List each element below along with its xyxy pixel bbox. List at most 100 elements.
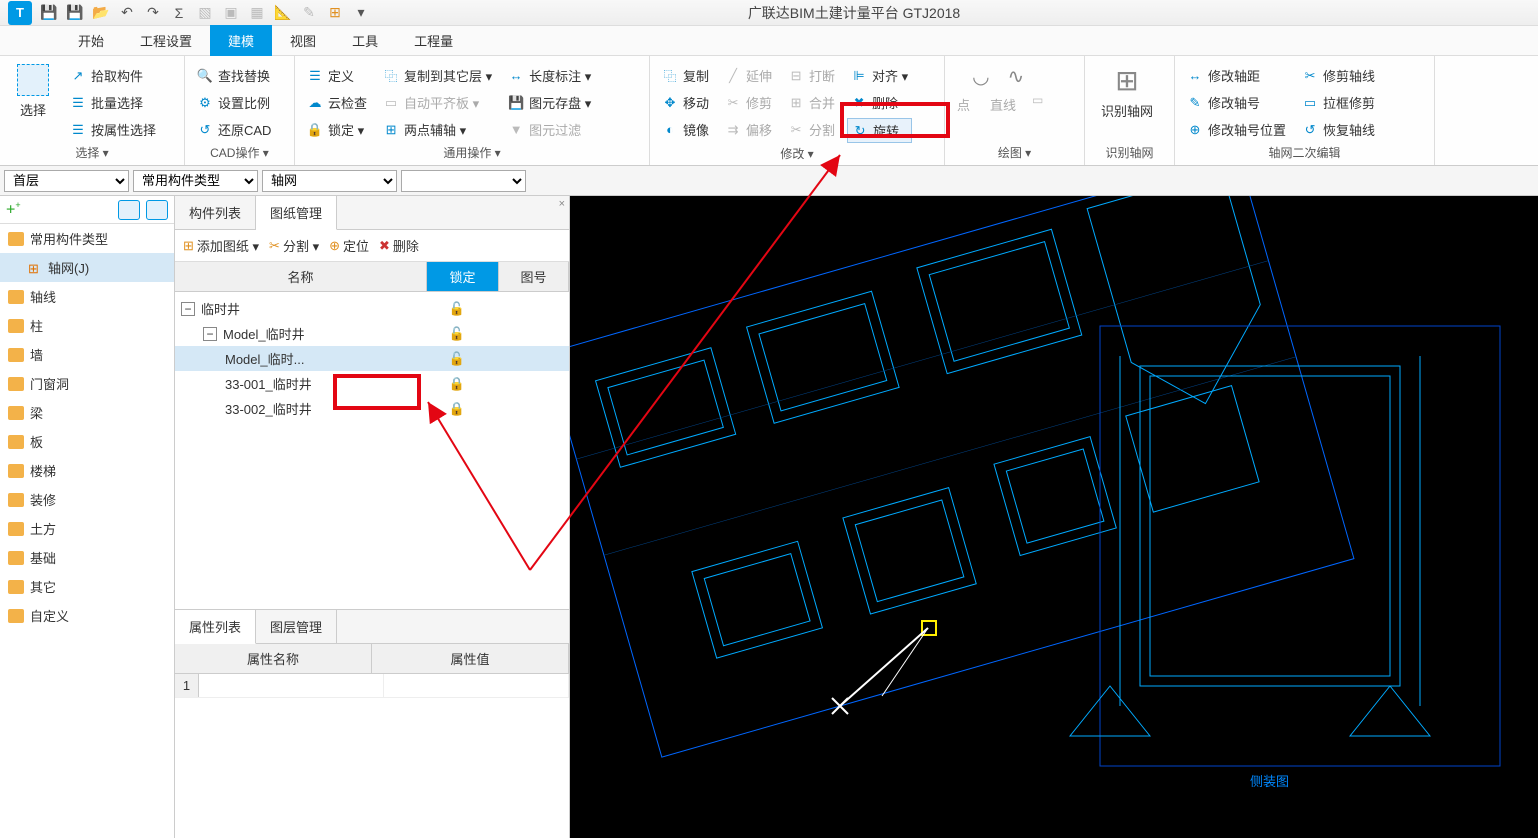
col-prop-name: 属性名称 — [175, 644, 372, 673]
nav-finish[interactable]: 装修 — [0, 485, 174, 514]
category-select[interactable]: 常用构件类型 — [133, 170, 258, 192]
app-logo[interactable]: T — [8, 1, 32, 25]
nav-axis-grid[interactable]: ⊞轴网(J) — [0, 253, 174, 282]
sum-icon[interactable]: Σ — [170, 4, 188, 22]
tree-row-33-001[interactable]: 33-001_临时井🔒 — [175, 371, 569, 396]
modify-distance-button[interactable]: ↔修改轴距 — [1183, 64, 1290, 87]
nav-custom[interactable]: 自定义 — [0, 601, 174, 630]
recognize-grid-button[interactable]: ⊞识别轴网 — [1093, 60, 1161, 124]
restore-axis-button[interactable]: ↺恢复轴线 — [1298, 118, 1379, 141]
subtype-select[interactable] — [401, 170, 526, 192]
nav-root[interactable]: 常用构件类型 — [0, 224, 174, 253]
tab-properties[interactable]: 属性列表 — [175, 610, 256, 644]
auto-level-button[interactable]: ▭自动平齐板 ▾ — [379, 91, 496, 114]
tool-icon[interactable]: ✎ — [300, 4, 318, 22]
tree-row-root[interactable]: −临时井🔓 — [175, 296, 569, 321]
batch-select-button[interactable]: ☰批量选择 — [66, 91, 160, 114]
tab-quantity[interactable]: 工程量 — [396, 25, 471, 56]
type-select[interactable]: 轴网 — [262, 170, 397, 192]
select-button[interactable]: 选择 — [8, 60, 58, 123]
nav-column[interactable]: 柱 — [0, 311, 174, 340]
nav-other[interactable]: 其它 — [0, 572, 174, 601]
modify-pos-button[interactable]: ⊕修改轴号位置 — [1183, 118, 1290, 141]
undo-icon[interactable]: ↶ — [118, 4, 136, 22]
tree-row-model[interactable]: −Model_临时井🔓 — [175, 321, 569, 346]
find-replace-button[interactable]: 🔍查找替换 — [193, 64, 275, 87]
trim-axis-button[interactable]: ✂修剪轴线 — [1298, 64, 1379, 87]
nav-beam[interactable]: 梁 — [0, 398, 174, 427]
arc-icon[interactable]: ◡ — [972, 64, 989, 89]
copy-button[interactable]: ⿻复制 — [658, 64, 713, 87]
cloud-check-button[interactable]: ☁云检查 — [303, 91, 371, 114]
select-by-prop-button[interactable]: ☰按属性选择 — [66, 118, 160, 141]
ruler-icon[interactable]: ▦ — [248, 4, 266, 22]
line-button[interactable]: 直线 — [986, 93, 1020, 116]
drawing-canvas[interactable]: 侧装图 o — [570, 196, 1538, 838]
set-scale-button[interactable]: ⚙设置比例 — [193, 91, 275, 114]
split-button[interactable]: ✂分割 — [784, 118, 839, 141]
measure-icon[interactable]: 📐 — [274, 4, 292, 22]
nav-door-window[interactable]: 门窗洞 — [0, 369, 174, 398]
curve-icon[interactable]: ∿ — [1008, 64, 1025, 89]
delete-button[interactable]: ✖删除 — [847, 91, 912, 114]
break-button[interactable]: ⊟打断 — [784, 64, 839, 87]
cube-icon[interactable]: ▧ — [196, 4, 214, 22]
tab-project-settings[interactable]: 工程设置 — [122, 25, 210, 56]
merge-button[interactable]: ⊞合并 — [784, 91, 839, 114]
col-lock[interactable]: 锁定 — [427, 262, 499, 291]
restore-cad-button[interactable]: ↺还原CAD — [193, 118, 275, 141]
delete-drawing-button[interactable]: ✖ 删除 — [379, 236, 419, 255]
point-button[interactable]: 点 — [953, 93, 974, 116]
tab-layers[interactable]: 图层管理 — [256, 610, 337, 643]
tree-row-33-002[interactable]: 33-002_临时井🔒 — [175, 396, 569, 421]
split-drawing-button[interactable]: ✂ 分割 ▾ — [269, 236, 319, 255]
floor-select[interactable]: 首层 — [4, 170, 129, 192]
add-icon[interactable]: ⊞ — [326, 4, 344, 22]
pick-element-button[interactable]: ↗拾取构件 — [66, 64, 160, 87]
add-nav-icon[interactable]: ++ — [6, 200, 21, 219]
move-button[interactable]: ✥移动 — [658, 91, 713, 114]
nav-slab[interactable]: 板 — [0, 427, 174, 456]
tab-component-list[interactable]: 构件列表 — [175, 196, 256, 229]
save-all-icon[interactable]: 💾 — [66, 4, 84, 22]
nav-stair[interactable]: 楼梯 — [0, 456, 174, 485]
save-icon[interactable]: 💾 — [40, 4, 58, 22]
dimension-button[interactable]: ↔长度标注 ▾ — [504, 64, 595, 87]
mirror-button[interactable]: ◐镜像 — [658, 118, 713, 141]
mid-tabs: 构件列表 图纸管理 — [175, 196, 569, 230]
tab-drawing-manage[interactable]: 图纸管理 — [256, 196, 337, 230]
lock-button[interactable]: 🔒锁定 ▾ — [303, 118, 371, 141]
filter-element-button[interactable]: ▼图元过滤 — [504, 118, 595, 141]
trim-button[interactable]: ✂修剪 — [721, 91, 776, 114]
tree-row-model-child[interactable]: Model_临时...🔓 — [175, 346, 569, 371]
close-panel-icon[interactable]: × — [559, 198, 565, 210]
view-grid-icon[interactable] — [146, 200, 168, 220]
offset-button[interactable]: ⇉偏移 — [721, 118, 776, 141]
tab-view[interactable]: 视图 — [272, 25, 334, 56]
nav-foundation[interactable]: 基础 — [0, 543, 174, 572]
two-point-axis-button[interactable]: ⊞两点辅轴 ▾ — [379, 118, 496, 141]
tab-modeling[interactable]: 建模 — [210, 25, 272, 56]
dropdown-icon[interactable]: ▾ — [352, 4, 370, 22]
add-drawing-button[interactable]: ⊞ 添加图纸 ▾ — [183, 236, 259, 255]
extend-button[interactable]: ╱延伸 — [721, 64, 776, 87]
open-icon[interactable]: 📂 — [92, 4, 110, 22]
col-prop-value: 属性值 — [372, 644, 569, 673]
rotate-button[interactable]: ↻旋转 — [847, 118, 912, 143]
align-button[interactable]: ⊫对齐 ▾ — [847, 64, 912, 87]
nav-earthwork[interactable]: 土方 — [0, 514, 174, 543]
view-list-icon[interactable] — [118, 200, 140, 220]
nav-wall[interactable]: 墙 — [0, 340, 174, 369]
box-trim-button[interactable]: ▭拉框修剪 — [1298, 91, 1379, 114]
region-icon[interactable]: ▣ — [222, 4, 240, 22]
define-button[interactable]: ☰定义 — [303, 64, 371, 87]
modify-number-button[interactable]: ✎修改轴号 — [1183, 91, 1290, 114]
save-element-button[interactable]: 💾图元存盘 ▾ — [504, 91, 595, 114]
locate-drawing-button[interactable]: ⊕ 定位 — [329, 236, 369, 255]
redo-icon[interactable]: ↷ — [144, 4, 162, 22]
tab-start[interactable]: 开始 — [60, 25, 122, 56]
tab-tools[interactable]: 工具 — [334, 25, 396, 56]
box-icon[interactable]: ▭ — [1032, 93, 1043, 116]
nav-axis-line[interactable]: 轴线 — [0, 282, 174, 311]
copy-to-layer-button[interactable]: ⿻复制到其它层 ▾ — [379, 64, 496, 87]
